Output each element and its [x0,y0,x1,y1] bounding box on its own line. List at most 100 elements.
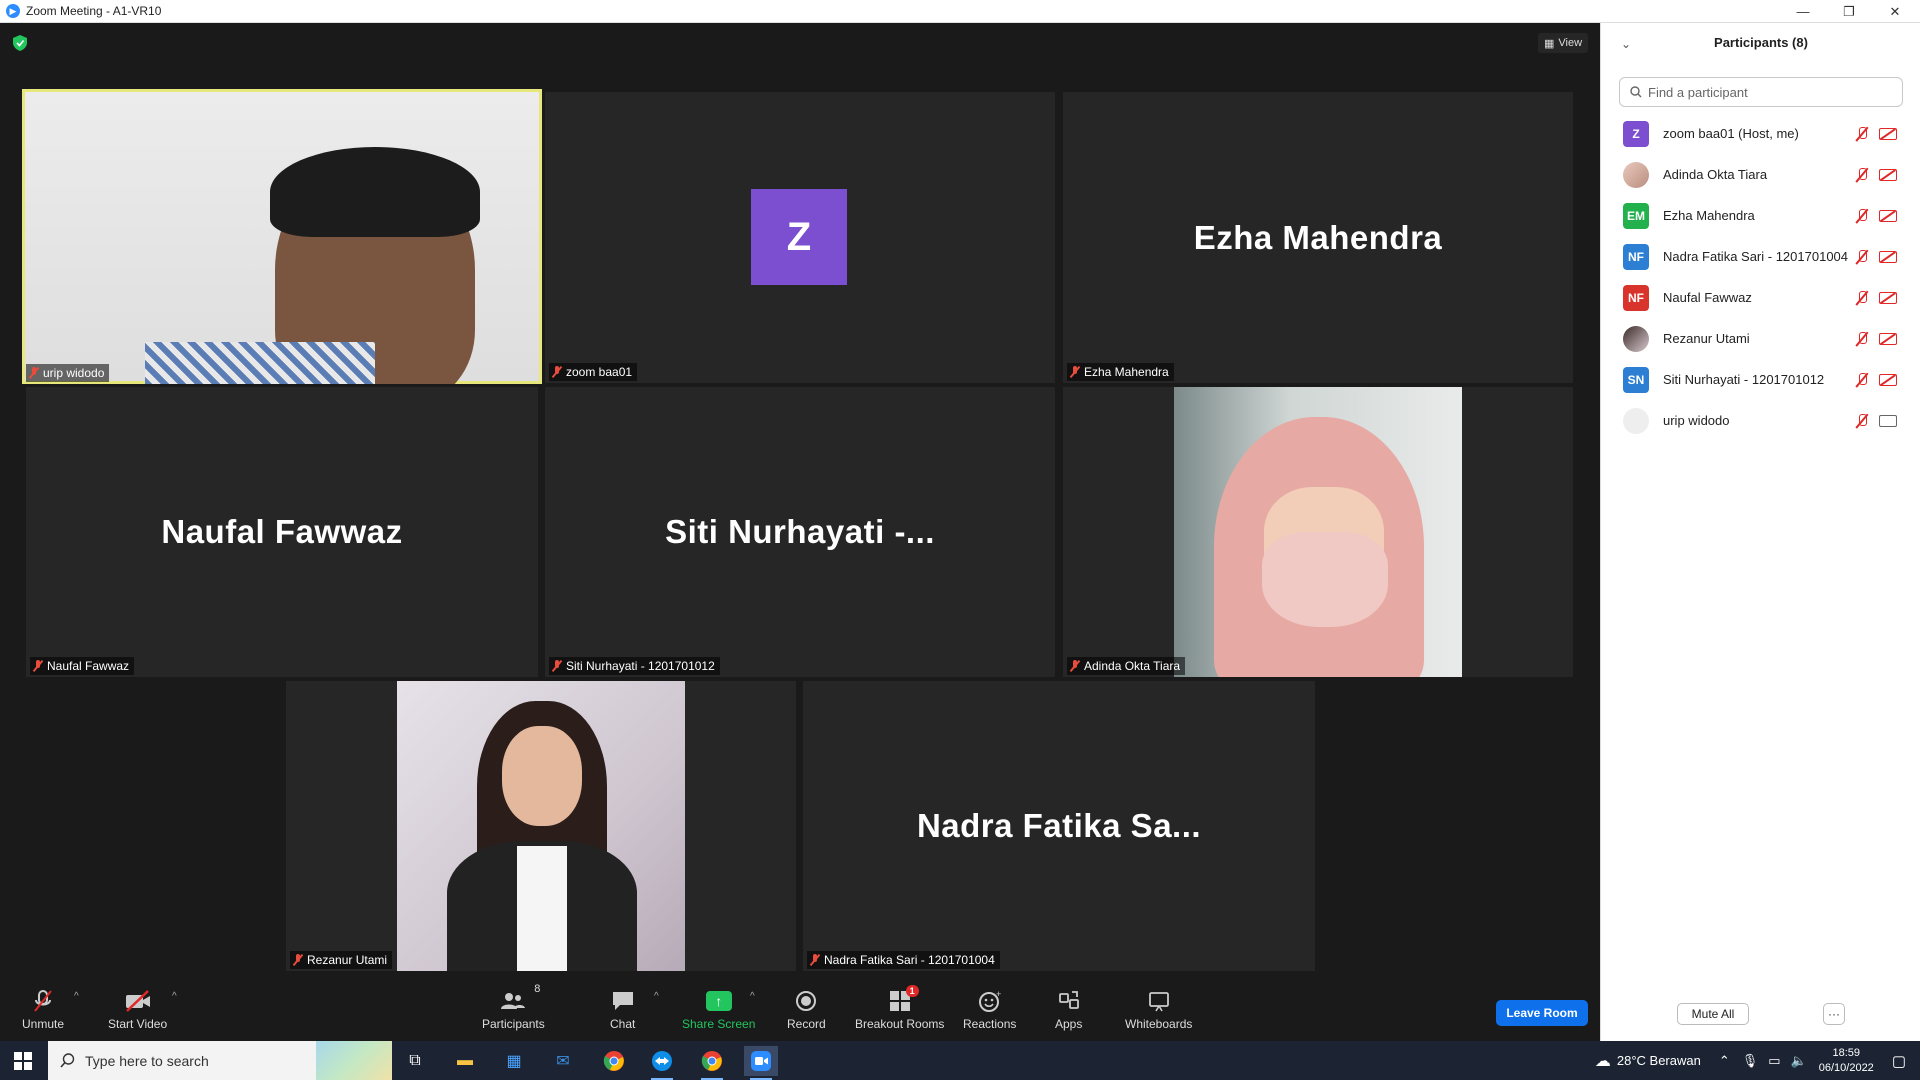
video-off-icon[interactable] [1879,168,1897,181]
zoom-taskbar-icon[interactable] [744,1046,778,1080]
unmute-button[interactable]: Unmute [22,989,64,1031]
mask-shape [1262,532,1388,627]
video-off-icon[interactable] [1879,291,1897,304]
grid-icon: ▦ [1544,37,1555,50]
participant-row[interactable]: Rezanur Utami [1601,318,1920,359]
participant-row[interactable]: NF Nadra Fatika Sari - 1201701004 [1601,236,1920,277]
breakout-rooms-icon: 1 [889,985,919,1013]
video-tile-rezanur-utami[interactable]: Rezanur Utami [286,681,796,971]
video-options-caret[interactable]: ^ [172,991,177,1002]
participant-row[interactable]: Z zoom baa01 (Host, me) [1601,113,1920,154]
video-off-icon[interactable] [1879,209,1897,222]
clock[interactable]: 18:59 06/10/2022 [1819,1046,1874,1076]
whiteboards-button[interactable]: Whiteboards [1125,989,1192,1031]
chat-options-caret[interactable]: ^ [654,991,659,1002]
participant-row[interactable]: SN Siti Nurhayati - 1201701012 [1601,359,1920,400]
weather-text[interactable]: 28°C Berawan [1617,1053,1701,1068]
video-tile-nadra-fatika-sari[interactable]: Nadra Fatika Sa... Nadra Fatika Sari - 1… [803,681,1315,971]
tile-label: urip widodo [26,364,110,382]
video-tile-urip-widodo[interactable]: urip widodo [22,89,542,384]
video-tile-ezha-mahendra[interactable]: Ezha Mahendra Ezha Mahendra [1063,92,1573,383]
mic-muted-icon[interactable] [1855,249,1869,265]
more-options-button[interactable]: ··· [1823,1003,1845,1025]
microsoft-store-icon[interactable]: ▦ [497,1046,531,1076]
apps-button[interactable]: Apps [1055,989,1082,1031]
mic-muted-icon [552,660,562,672]
mic-muted-icon[interactable] [1855,290,1869,306]
video-off-icon[interactable] [1879,127,1897,140]
participant-row[interactable]: Adinda Okta Tiara [1601,154,1920,195]
view-button[interactable]: ▦ View [1538,33,1589,53]
chevron-up-icon[interactable]: ⌃ [1719,1053,1730,1069]
face-shape [502,726,582,826]
participant-row[interactable]: EM Ezha Mahendra [1601,195,1920,236]
profile-photo [397,681,685,971]
start-video-button[interactable]: Start Video [108,989,167,1031]
mail-icon[interactable]: ✉ [546,1046,580,1076]
avatar: SN [1623,366,1649,393]
participants-button[interactable]: 8 Participants [482,983,545,1031]
close-button[interactable]: ✕ [1872,0,1918,23]
search-icon [1630,86,1642,98]
avatar [1623,325,1649,352]
avatar: NF [1623,243,1649,270]
volume-icon[interactable]: 🔈 [1791,1053,1807,1069]
reactions-button[interactable]: + Reactions [963,989,1016,1031]
chat-button[interactable]: Chat [610,989,635,1031]
video-tile-adinda-okta-tiara[interactable]: Adinda Okta Tiara [1063,387,1573,677]
teamviewer-icon[interactable] [645,1046,679,1080]
mic-muted-icon[interactable] [1855,331,1869,347]
file-explorer-icon[interactable]: ▬ [448,1046,482,1076]
record-button[interactable]: Record [787,989,826,1031]
minimize-button[interactable]: — [1780,0,1826,23]
chrome-profile-icon[interactable] [695,1046,729,1080]
participant-row[interactable]: NF Naufal Fawwaz [1601,277,1920,318]
tile-name: Ezha Mahendra [1084,365,1169,379]
avatar: Z [751,189,847,285]
mic-muted-icon[interactable] [1855,372,1869,388]
notification-icon[interactable]: ▢ [1892,1052,1906,1070]
mic-muted-icon[interactable] [1855,208,1869,224]
video-tile-siti-nurhayati[interactable]: Siti Nurhayati -... Siti Nurhayati - 120… [545,387,1055,677]
video-tile-zoom-baa01[interactable]: Z zoom baa01 [545,92,1055,383]
participants-panel: ⌄ Participants (8) Z zoom baa01 (Host, m… [1600,23,1920,1041]
task-view-icon[interactable]: ⧉ [398,1046,432,1076]
video-on-icon[interactable] [1879,414,1897,427]
leave-room-button[interactable]: Leave Room [1496,1000,1588,1026]
participant-search[interactable] [1619,77,1903,107]
video-off-icon[interactable] [1879,332,1897,345]
tile-name: Siti Nurhayati - 1201701012 [566,659,715,673]
mic-muted-icon [33,660,43,672]
mic-muted-icon [552,366,562,378]
reactions-icon: + [978,989,1002,1013]
breakout-rooms-label: Breakout Rooms [855,1017,945,1031]
mic-muted-icon[interactable] [1855,126,1869,142]
share-screen-button[interactable]: ↑ Share Screen [682,989,755,1031]
mic-muted-icon[interactable] [1855,413,1869,429]
restore-button[interactable]: ❐ [1826,0,1872,23]
microphone-icon[interactable]: 🎙 [1742,1053,1759,1069]
mic-muted-icon[interactable] [1855,167,1869,183]
chat-label: Chat [610,1017,636,1031]
avatar [1623,161,1649,188]
breakout-rooms-button[interactable]: 1 Breakout Rooms [855,985,945,1031]
shield-icon[interactable] [13,35,27,51]
video-tile-naufal-fawwaz[interactable]: Naufal Fawwaz Naufal Fawwaz [26,387,538,677]
chrome-icon[interactable] [597,1046,631,1076]
tile-label: Rezanur Utami [290,951,393,969]
mute-all-button[interactable]: Mute All [1677,1003,1749,1025]
windows-start-icon[interactable] [14,1052,32,1070]
video-off-icon[interactable] [1879,373,1897,386]
taskbar-search-text: Type here to search [85,1052,209,1069]
whiteboard-icon [1147,989,1171,1013]
share-options-caret[interactable]: ^ [750,991,755,1002]
participant-row[interactable]: urip widodo [1601,400,1920,441]
network-icon[interactable]: ▭ [1768,1053,1780,1069]
hair-shape [270,147,480,237]
audio-options-caret[interactable]: ^ [74,991,79,1002]
search-input[interactable] [1648,84,1888,100]
video-off-icon[interactable] [1879,250,1897,263]
participant-name: Adinda Okta Tiara [1663,167,1768,182]
taskbar-search[interactable]: Type here to search [48,1041,392,1080]
avatar: NF [1623,284,1649,311]
